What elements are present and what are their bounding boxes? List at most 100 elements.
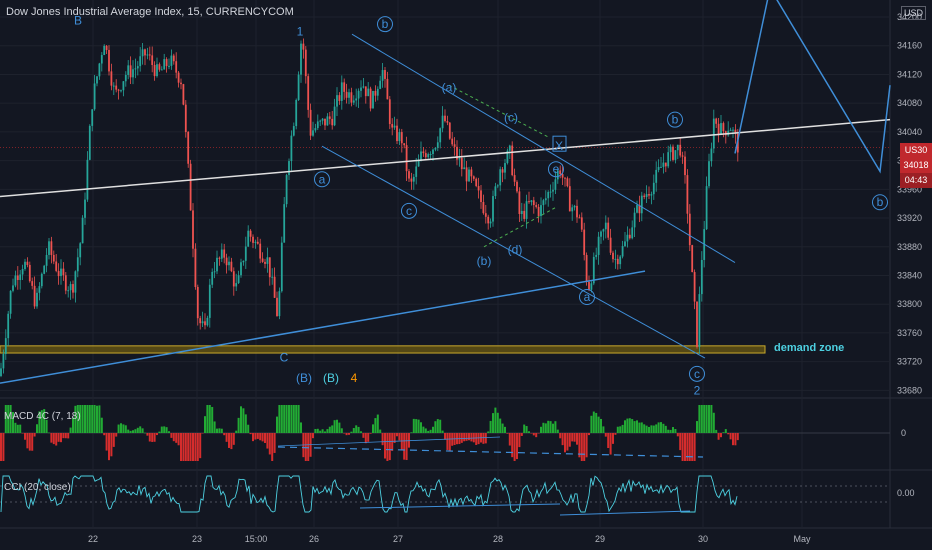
- candle-body: [633, 212, 636, 228]
- x-tick-label: 30: [698, 534, 708, 544]
- last-price-tag: US30: [900, 143, 932, 158]
- wave-label: a: [319, 172, 326, 186]
- candle-body: [444, 115, 446, 122]
- macd-bar: [645, 425, 648, 433]
- candle-body: [427, 154, 430, 158]
- macd-bar: [451, 433, 454, 446]
- macd-bar: [588, 433, 590, 436]
- macd-bar: [312, 433, 314, 439]
- macd-bar: [554, 421, 557, 433]
- candle-body: [273, 276, 276, 298]
- candle-body: [204, 321, 206, 326]
- candle-body: [732, 129, 734, 131]
- price-candles: [0, 38, 739, 378]
- macd-bar: [700, 405, 703, 433]
- candle-body: [667, 152, 670, 167]
- candle-body: [636, 205, 638, 213]
- wave-label: (b): [477, 254, 492, 268]
- macd-bar: [669, 429, 672, 433]
- candle-body: [300, 43, 302, 75]
- candle-body: [508, 145, 511, 151]
- macd-bar: [189, 433, 192, 461]
- macd-bar: [703, 405, 706, 433]
- macd-bar: [400, 433, 403, 451]
- candle-body: [554, 179, 557, 190]
- y-tick-label: 33720: [897, 357, 922, 367]
- candle-body: [686, 175, 689, 214]
- macd-bar: [585, 433, 588, 458]
- candle-body: [379, 80, 382, 89]
- candle-body: [564, 177, 566, 179]
- candle-body: [132, 69, 134, 78]
- y-tick-label: 33920: [897, 213, 922, 223]
- chart-canvas[interactable]: B1b(a)(c)Xeac(b)(d)abc2bC(B) (B) 4 3420034…: [0, 0, 932, 550]
- candle-body: [626, 234, 629, 242]
- candle-body: [24, 261, 26, 269]
- macd-bar: [369, 433, 372, 434]
- candle-body: [213, 271, 216, 273]
- candle-body: [602, 229, 605, 232]
- candle-body: [7, 313, 10, 339]
- macd-bar: [328, 426, 331, 433]
- macd-bar: [211, 406, 214, 433]
- macd-bar: [187, 433, 190, 461]
- candle-body: [460, 157, 463, 170]
- candle-body: [655, 169, 658, 183]
- candle-body: [672, 146, 674, 160]
- candle-body: [722, 123, 725, 132]
- candle-body: [194, 248, 197, 288]
- candle-body: [168, 65, 170, 67]
- candle-body: [446, 121, 449, 123]
- wave-label: 2: [694, 383, 701, 397]
- macd-bar: [256, 433, 259, 439]
- macd-divergence-line: [277, 446, 704, 458]
- macd-bar: [331, 425, 334, 433]
- candle-body: [86, 159, 89, 200]
- macd-bar: [81, 405, 84, 433]
- macd-bar: [60, 433, 62, 443]
- macd-bar: [343, 433, 346, 434]
- macd-bar: [237, 417, 240, 433]
- candle-body: [472, 176, 475, 179]
- macd-bar: [124, 425, 127, 433]
- macd-bar: [292, 405, 295, 433]
- macd-bar: [604, 433, 607, 437]
- demand-zone: [0, 345, 766, 354]
- macd-bar: [307, 433, 310, 461]
- candle-body: [688, 213, 691, 246]
- candle-body: [614, 258, 617, 260]
- candle-body: [540, 205, 542, 217]
- currency-label[interactable]: USD: [900, 6, 926, 20]
- candle-body: [302, 43, 305, 50]
- candle-body: [55, 261, 58, 271]
- candle-body: [189, 163, 192, 211]
- macd-bar: [681, 433, 684, 461]
- candle-body: [465, 167, 468, 182]
- candle-body: [528, 201, 530, 203]
- grid-lines: [0, 0, 932, 529]
- macd-bar: [127, 429, 130, 433]
- candle-body: [681, 155, 684, 157]
- macd-bar: [489, 420, 492, 433]
- candle-body: [369, 88, 372, 109]
- candle-body: [254, 241, 257, 243]
- chart-title: Dow Jones Industrial Average Index, 15, …: [6, 6, 294, 18]
- candle-body: [607, 222, 610, 238]
- macd-bar: [720, 433, 722, 438]
- candle-body: [110, 71, 113, 86]
- macd-bar: [139, 426, 142, 433]
- macd-bar: [264, 433, 266, 443]
- macd-bar: [314, 428, 317, 433]
- macd-bar: [0, 433, 2, 461]
- macd-bar: [91, 405, 94, 433]
- macd-bar: [523, 424, 526, 433]
- macd-bar: [736, 433, 739, 441]
- candle-body: [715, 118, 718, 124]
- macd-bar: [549, 421, 552, 433]
- wave-label: (a): [442, 80, 457, 94]
- candle-body: [518, 191, 521, 214]
- macd-bar: [194, 433, 197, 461]
- macd-bar: [326, 429, 329, 433]
- macd-bar: [609, 433, 612, 455]
- candle-body: [225, 257, 228, 266]
